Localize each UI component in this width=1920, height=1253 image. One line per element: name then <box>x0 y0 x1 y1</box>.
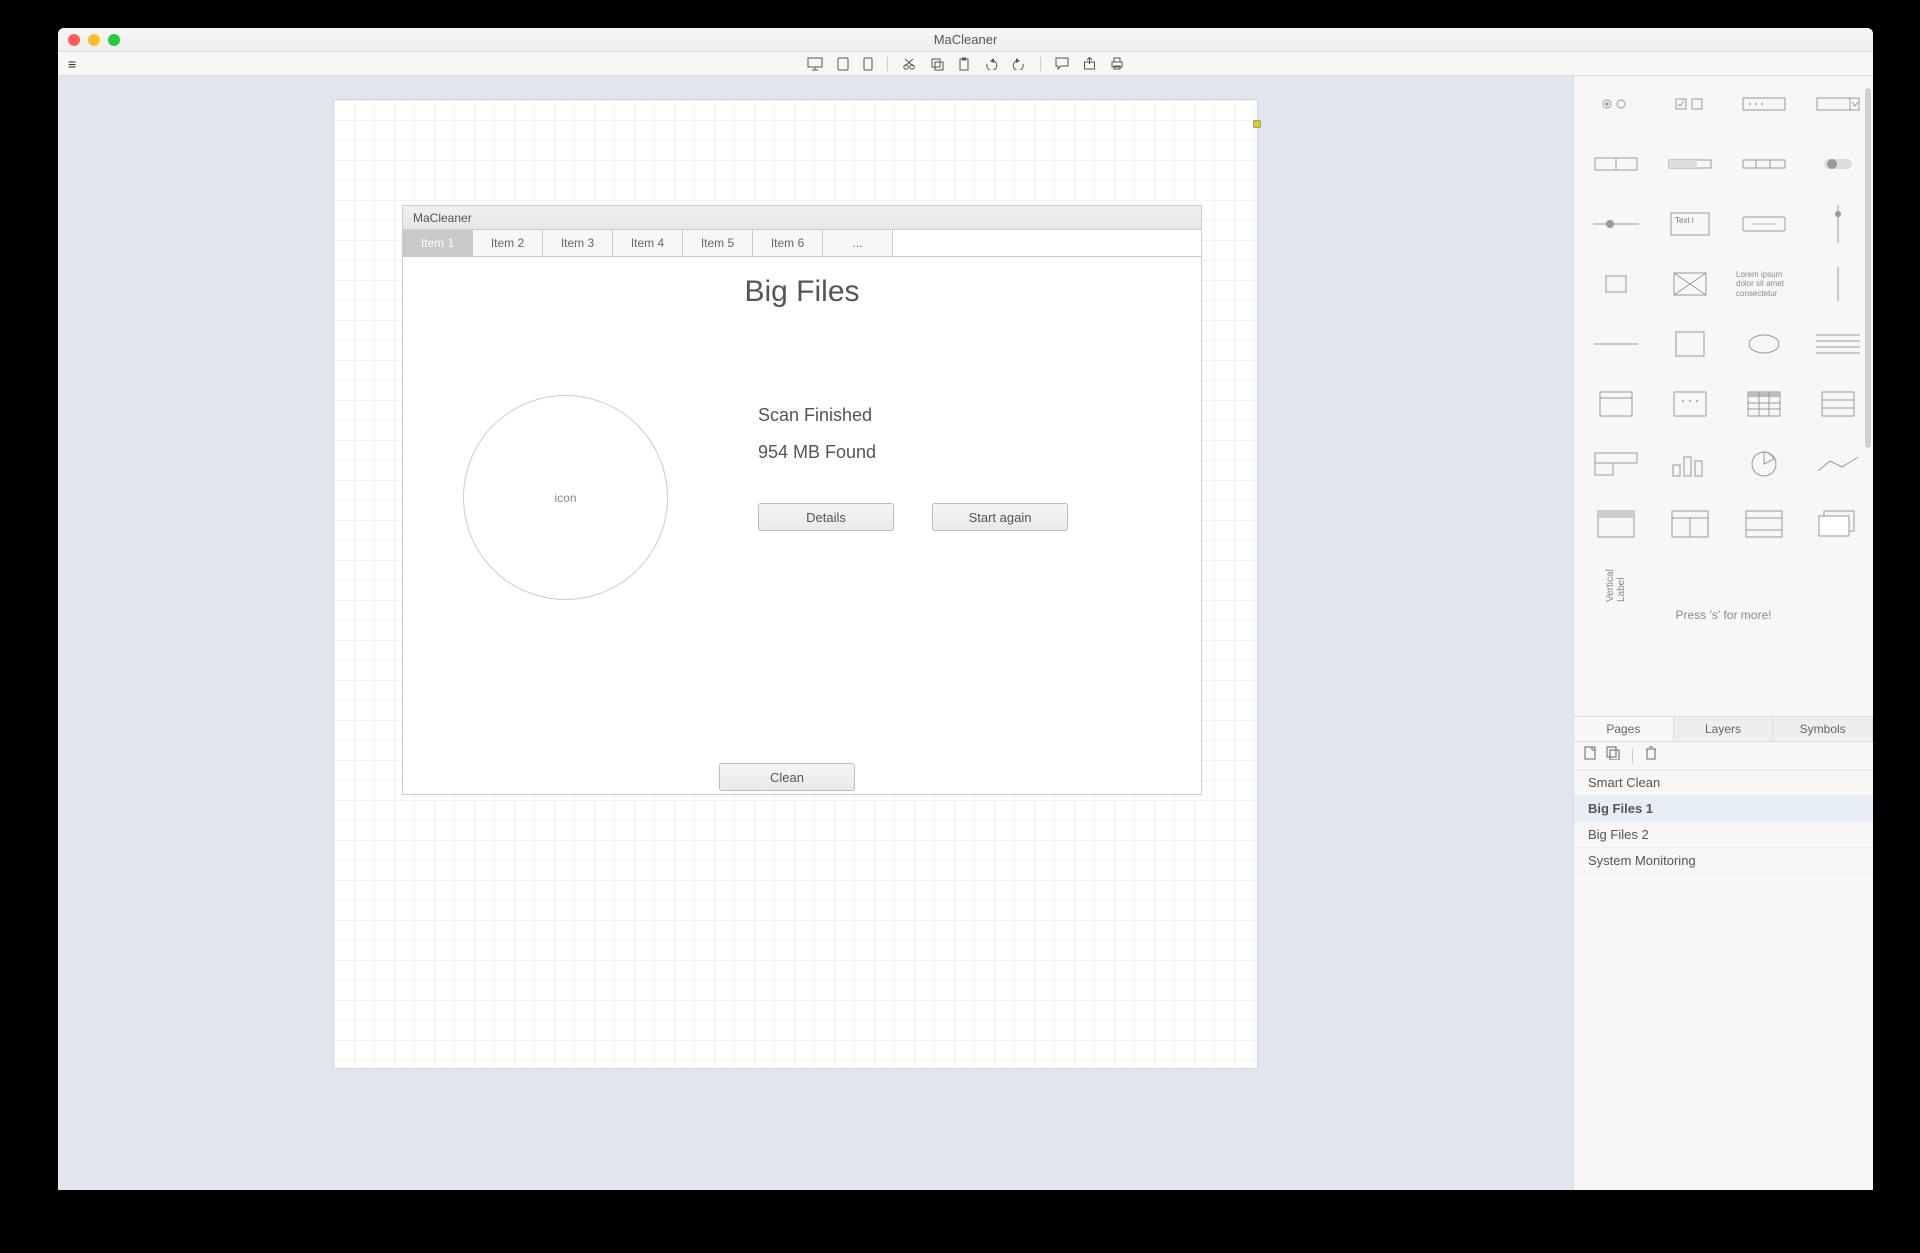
mockup-tab[interactable]: Item 6 <box>753 230 823 256</box>
mockup-tab[interactable]: Item 3 <box>543 230 613 256</box>
device-desktop-icon[interactable] <box>807 57 823 71</box>
stencil-vline-icon[interactable] <box>1808 266 1868 302</box>
stencil-ellipse-icon[interactable] <box>1734 326 1794 362</box>
stencil-barchart-icon[interactable] <box>1660 446 1720 482</box>
mockup-tab[interactable]: Item 2 <box>473 230 543 256</box>
details-button[interactable]: Details <box>758 503 894 531</box>
stencil-hline-icon[interactable] <box>1586 326 1646 362</box>
stencil-stack-icon[interactable] <box>1808 506 1868 542</box>
stencil-dialog-icon[interactable] <box>1660 386 1720 422</box>
share-icon[interactable] <box>1083 57 1096 70</box>
page-artboard[interactable]: MaCleaner Item 1 Item 2 Item 3 Item 4 It… <box>333 99 1258 1069</box>
stencil-linechart-icon[interactable] <box>1808 446 1868 482</box>
stencil-list-icon[interactable] <box>1808 386 1868 422</box>
stencil-library: Text i Lorem ipsum dolor sit amet consec… <box>1574 76 1873 716</box>
mockup-window[interactable]: MaCleaner Item 1 Item 2 Item 3 Item 4 It… <box>402 205 1202 795</box>
stencil-browser-icon[interactable] <box>1586 506 1646 542</box>
stencil-textfield-icon[interactable] <box>1734 86 1794 122</box>
stencil-menu-icon[interactable] <box>1734 146 1794 182</box>
toolbar-separator <box>1040 57 1041 71</box>
stencil-rect-icon[interactable] <box>1660 326 1720 362</box>
window-title: MaCleaner <box>934 32 998 47</box>
pages-list: Smart Clean Big Files 1 Big Files 2 Syst… <box>1574 770 1873 1190</box>
pages-tools <box>1574 742 1873 770</box>
redo-icon[interactable] <box>1012 58 1026 70</box>
stencil-layout3-icon[interactable] <box>1734 506 1794 542</box>
undo-icon[interactable] <box>984 58 998 70</box>
app-window: MaCleaner ≡ MaCleaner <box>58 28 1873 1190</box>
status-line-2: 954 MB Found <box>758 442 876 463</box>
window-controls <box>68 34 120 46</box>
tab-layers[interactable]: Layers <box>1674 717 1774 741</box>
new-page-icon[interactable] <box>1584 746 1596 765</box>
close-icon[interactable] <box>68 34 80 46</box>
mockup-tabs: Item 1 Item 2 Item 3 Item 4 Item 5 Item … <box>403 230 1201 257</box>
stencil-textinput-icon[interactable]: Text i <box>1660 206 1720 242</box>
stencil-spinner-icon[interactable] <box>1586 146 1646 182</box>
stencil-window-icon[interactable] <box>1586 386 1646 422</box>
stencil-progress-icon[interactable] <box>1660 146 1720 182</box>
paste-icon[interactable] <box>958 57 970 71</box>
tab-symbols[interactable]: Symbols <box>1773 717 1873 741</box>
stencil-vertical-label-icon[interactable]: Vertical Label <box>1586 566 1646 602</box>
copy-icon[interactable] <box>930 57 944 71</box>
svg-text:Text i: Text i <box>1675 216 1694 225</box>
toolbar-separator <box>887 57 888 71</box>
duplicate-page-icon[interactable] <box>1606 746 1620 765</box>
stencil-image-icon[interactable] <box>1660 266 1720 302</box>
stencil-combobox-icon[interactable] <box>1808 86 1868 122</box>
cut-icon[interactable] <box>902 57 916 71</box>
delete-page-icon[interactable] <box>1645 746 1657 765</box>
page-item[interactable]: Big Files 2 <box>1574 822 1873 848</box>
mockup-tab[interactable]: Item 1 <box>403 230 473 256</box>
clean-button[interactable]: Clean <box>719 763 855 791</box>
print-icon[interactable] <box>1110 57 1124 70</box>
menu-icon[interactable]: ≡ <box>68 56 76 72</box>
status-line-1: Scan Finished <box>758 405 876 426</box>
separator <box>1632 749 1633 763</box>
page-item[interactable]: Smart Clean <box>1574 770 1873 796</box>
resize-handle-icon[interactable] <box>1253 120 1261 128</box>
minimize-icon[interactable] <box>88 34 100 46</box>
stencil-lines-icon[interactable] <box>1808 326 1868 362</box>
stencil-piechart-icon[interactable] <box>1734 446 1794 482</box>
toolbar: ≡ <box>58 52 1873 76</box>
mockup-titlebar: MaCleaner <box>403 206 1201 230</box>
canvas[interactable]: MaCleaner Item 1 Item 2 Item 3 Item 4 It… <box>58 76 1573 1190</box>
stencil-checkbox-icon[interactable] <box>1660 86 1720 122</box>
stencil-hint: Press 's' for more! <box>1586 602 1861 632</box>
device-phone-icon[interactable] <box>863 57 873 71</box>
mockup-tab[interactable]: Item 5 <box>683 230 753 256</box>
stencil-vslider-icon[interactable] <box>1808 206 1868 242</box>
mockup-tab-more[interactable]: ... <box>823 230 893 256</box>
stencil-layout2-icon[interactable] <box>1660 506 1720 542</box>
stencil-dropdown-icon[interactable] <box>1586 446 1646 482</box>
stencil-table-icon[interactable] <box>1734 386 1794 422</box>
start-again-button[interactable]: Start again <box>932 503 1068 531</box>
stencil-toggle-icon[interactable] <box>1808 146 1868 182</box>
zoom-icon[interactable] <box>108 34 120 46</box>
tab-pages[interactable]: Pages <box>1574 717 1674 741</box>
stencil-button-icon[interactable] <box>1734 206 1794 242</box>
comment-icon[interactable] <box>1055 57 1069 70</box>
titlebar: MaCleaner <box>58 28 1873 52</box>
device-tablet-icon[interactable] <box>837 57 849 71</box>
mockup-tab[interactable]: Item 4 <box>613 230 683 256</box>
mockup-icon-placeholder[interactable]: icon <box>463 395 668 600</box>
page-item[interactable]: Big Files 1 <box>1574 796 1873 822</box>
right-panel: Text i Lorem ipsum dolor sit amet consec… <box>1573 76 1873 1190</box>
stencil-slider-icon[interactable] <box>1586 206 1646 242</box>
stencil-radio-icon[interactable] <box>1586 86 1646 122</box>
mockup-heading: Big Files <box>403 275 1201 309</box>
stencil-box-icon[interactable] <box>1586 266 1646 302</box>
scrollbar[interactable] <box>1865 88 1871 448</box>
stencil-paragraph-icon[interactable]: Lorem ipsum dolor sit amet consectetur <box>1734 266 1794 302</box>
page-item[interactable]: System Monitoring <box>1574 848 1873 874</box>
right-tabs: Pages Layers Symbols <box>1574 716 1873 742</box>
